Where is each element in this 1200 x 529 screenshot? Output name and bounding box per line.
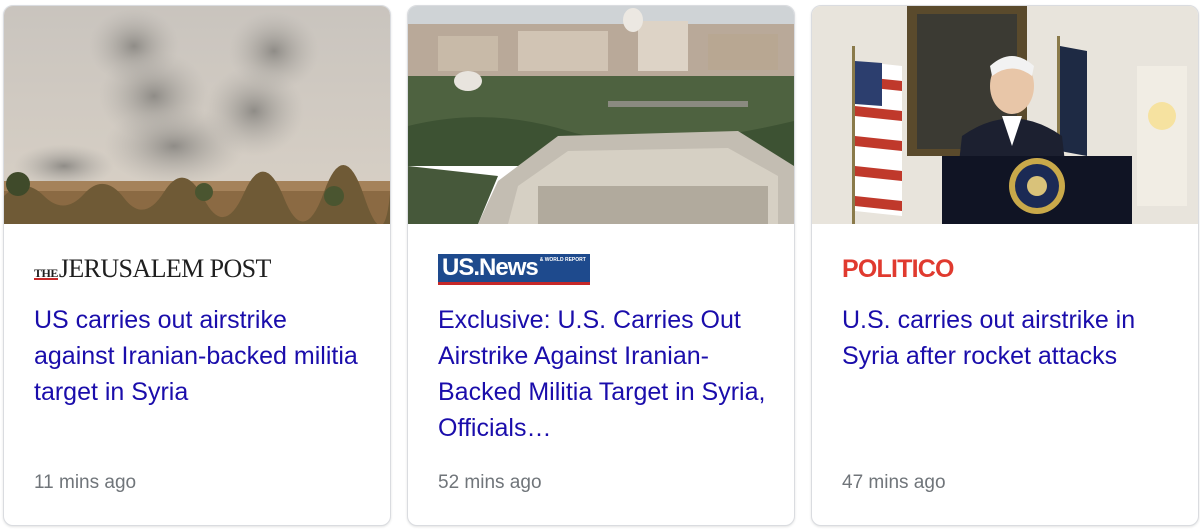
news-headline-link[interactable]: U.S. carries out airstrike in Syria afte… <box>842 302 1177 374</box>
news-card[interactable]: US.News & WORLD REPORT Exclusive: U.S. C… <box>407 5 795 526</box>
news-headline-link[interactable]: US carries out airstrike against Iranian… <box>34 302 369 410</box>
news-timestamp: 47 mins ago <box>842 472 946 493</box>
news-card[interactable]: THE JERUSALEM POST US carries out airstr… <box>3 5 391 526</box>
source-logo-prefix: THE <box>34 266 58 280</box>
news-thumbnail-image[interactable] <box>408 6 794 224</box>
news-carousel: THE JERUSALEM POST US carries out airstr… <box>0 0 1200 529</box>
source-logo-tag: & WORLD REPORT <box>539 256 586 263</box>
source-logo-name: JERUSALEM POST <box>58 254 272 283</box>
news-thumbnail-image[interactable] <box>4 6 390 224</box>
news-card[interactable]: POLITICO U.S. carries out airstrike in S… <box>811 5 1199 526</box>
news-source-logo: POLITICO <box>842 253 954 285</box>
news-timestamp: 11 mins ago <box>34 472 137 493</box>
news-source-logo: THE JERUSALEM POST <box>34 253 271 285</box>
news-source-logo: US.News & WORLD REPORT <box>438 253 590 285</box>
source-logo-name: US.News <box>442 253 539 281</box>
source-logo-name: POLITICO <box>842 254 954 283</box>
news-timestamp: 52 mins ago <box>438 472 542 493</box>
news-headline-link[interactable]: Exclusive: U.S. Carries Out Airstrike Ag… <box>438 302 773 446</box>
news-thumbnail-image[interactable] <box>812 6 1198 224</box>
